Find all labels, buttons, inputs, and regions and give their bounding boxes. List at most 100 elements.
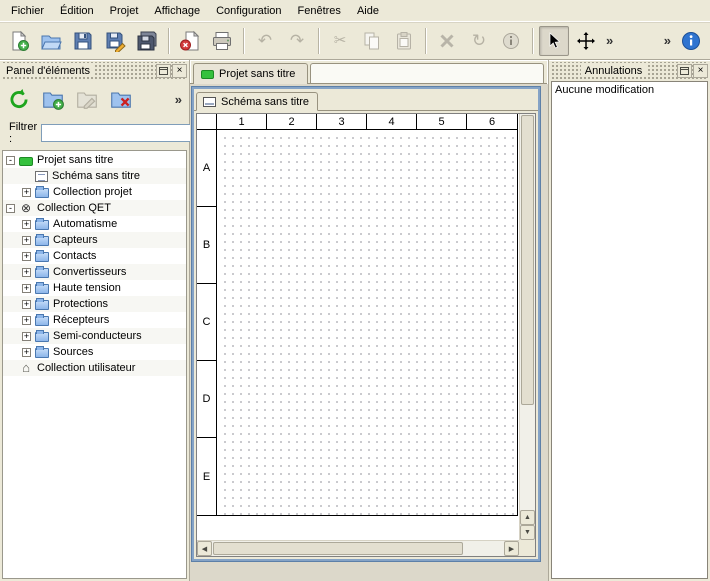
menu-configuration[interactable]: Configuration — [208, 2, 289, 20]
tree-item-label: Schéma sans titre — [52, 170, 144, 182]
pan-tool-button[interactable] — [571, 26, 601, 56]
open-project-button[interactable] — [36, 26, 66, 56]
vertical-scrollbar[interactable]: ▲ ▼ — [519, 114, 535, 540]
diagram-frame[interactable]: 1 2 3 4 5 6 A B C D — [197, 114, 518, 516]
tree-item-collection-qet[interactable]: - ⊗ Collection QET — [3, 200, 186, 216]
expand-icon[interactable]: + — [22, 268, 31, 277]
project-icon — [19, 157, 33, 166]
scroll-right-button[interactable]: ▶ — [504, 541, 519, 556]
tree-item-convertisseurs[interactable]: + Convertisseurs — [3, 264, 186, 280]
tab-schema[interactable]: Schéma sans titre — [196, 92, 318, 111]
expand-icon[interactable]: + — [22, 284, 31, 293]
tree-item-contacts[interactable]: + Contacts — [3, 248, 186, 264]
element-info-button[interactable] — [496, 26, 526, 56]
undo-button[interactable]: ↶ — [250, 26, 280, 56]
scroll-down-button[interactable]: ▼ — [520, 525, 535, 540]
delete-element-button[interactable] — [106, 85, 136, 113]
tree-item-semi-conducteurs[interactable]: + Semi-conducteurs — [3, 328, 186, 344]
tree-item-recepteurs[interactable]: + Récepteurs — [3, 312, 186, 328]
expand-icon[interactable]: + — [22, 348, 31, 357]
expand-icon[interactable]: + — [22, 300, 31, 309]
save-as-button[interactable] — [100, 26, 130, 56]
menu-aide[interactable]: Aide — [349, 2, 387, 20]
tree-item-collection-utilisateur[interactable]: ⌂ Collection utilisateur — [3, 360, 186, 376]
save-icon — [72, 30, 94, 52]
row-header: A — [197, 130, 217, 207]
new-project-button[interactable] — [4, 26, 34, 56]
diagram-grid-canvas[interactable] — [218, 131, 518, 516]
tree-item-project[interactable]: - Projet sans titre — [3, 152, 186, 168]
close-project-button[interactable] — [175, 26, 205, 56]
filter-input[interactable] — [41, 124, 191, 142]
column-header: 5 — [417, 114, 467, 130]
reload-collections-button[interactable] — [4, 85, 34, 113]
vertical-scrollbar-track[interactable] — [520, 406, 535, 510]
home-icon: ⌂ — [19, 362, 33, 374]
menu-edition[interactable]: Édition — [52, 2, 102, 20]
undo-dock-title: Annulations — [581, 65, 647, 77]
expand-icon[interactable]: + — [22, 332, 31, 341]
schema-tabbar: Schéma sans titre — [194, 89, 538, 111]
tree-item-collection-projet[interactable]: + Collection projet — [3, 184, 186, 200]
row-header: C — [197, 284, 217, 361]
rotate-button[interactable]: ↻ — [464, 26, 494, 56]
save-button[interactable] — [68, 26, 98, 56]
scroll-up-button[interactable]: ▲ — [520, 510, 535, 525]
edit-element-button[interactable] — [72, 85, 102, 113]
tree-item-haute-tension[interactable]: + Haute tension — [3, 280, 186, 296]
diagram-info-button[interactable] — [676, 26, 706, 56]
cut-button[interactable]: ✂ — [325, 26, 355, 56]
menu-bar: Fichier Édition Projet Affichage Configu… — [0, 0, 710, 22]
right-toolbar-overflow-chevron[interactable]: » — [661, 33, 674, 48]
expand-icon[interactable]: + — [22, 236, 31, 245]
menu-fenetres[interactable]: Fenêtres — [290, 2, 349, 20]
horizontal-scrollbar[interactable]: ◀ ▶ — [197, 540, 519, 556]
folder-icon — [35, 236, 49, 246]
menu-projet[interactable]: Projet — [102, 2, 147, 20]
undo-history-list[interactable]: Aucune modification — [551, 81, 708, 579]
collapse-icon[interactable]: - — [6, 156, 15, 165]
vertical-scrollbar-thumb[interactable] — [521, 115, 534, 405]
menu-affichage[interactable]: Affichage — [146, 2, 208, 20]
float-panel-button[interactable] — [156, 64, 171, 78]
horizontal-scrollbar-thumb[interactable] — [213, 542, 463, 555]
toolbar-overflow-chevron[interactable]: » — [603, 33, 616, 48]
expand-icon[interactable]: + — [22, 220, 31, 229]
diagram-viewport[interactable]: 1 2 3 4 5 6 A B C D — [196, 113, 536, 557]
menu-fichier[interactable]: Fichier — [3, 2, 52, 20]
tree-item-protections[interactable]: + Protections — [3, 296, 186, 312]
copy-button[interactable] — [357, 26, 387, 56]
expand-icon[interactable]: + — [22, 316, 31, 325]
undo-dock-titlebar[interactable]: Annulations × — [551, 62, 708, 79]
select-tool-button[interactable] — [539, 26, 569, 56]
horizontal-scrollbar-track[interactable] — [464, 541, 504, 556]
close-undo-panel-button[interactable]: × — [693, 64, 708, 78]
tree-item-sources[interactable]: + Sources — [3, 344, 186, 360]
tree-item-capteurs[interactable]: + Capteurs — [3, 232, 186, 248]
tree-item-automatisme[interactable]: + Automatisme — [3, 216, 186, 232]
save-all-button[interactable] — [132, 26, 162, 56]
scroll-left-button[interactable]: ◀ — [197, 541, 212, 556]
delete-button[interactable] — [432, 26, 462, 56]
panel-toolbar-overflow-chevron[interactable]: » — [172, 92, 185, 107]
collapse-icon[interactable]: - — [6, 204, 15, 213]
tab-project-label: Projet sans titre — [219, 68, 295, 80]
print-button[interactable] — [207, 26, 237, 56]
redo-button[interactable]: ↷ — [282, 26, 312, 56]
tab-project[interactable]: Projet sans titre — [193, 63, 308, 84]
close-panel-button[interactable]: × — [172, 64, 187, 78]
folder-icon — [35, 188, 49, 198]
tree-item-schema[interactable]: Schéma sans titre — [3, 168, 186, 184]
float-undo-panel-button[interactable] — [677, 64, 692, 78]
new-element-button[interactable] — [38, 85, 68, 113]
elements-panel-titlebar[interactable]: Panel d'éléments × — [2, 62, 187, 79]
expand-icon[interactable]: + — [22, 252, 31, 261]
tree-item-label: Collection utilisateur — [37, 362, 139, 374]
tree-item-label: Collection projet — [53, 186, 136, 198]
project-icon — [201, 70, 214, 79]
main-toolbar: ↶ ↷ ✂ ↻ » » — [0, 22, 710, 60]
expand-icon[interactable]: + — [22, 188, 31, 197]
paste-button[interactable] — [389, 26, 419, 56]
schema-icon — [203, 97, 216, 107]
project-subwindow[interactable]: Schéma sans titre 1 2 3 4 5 — [192, 87, 540, 561]
